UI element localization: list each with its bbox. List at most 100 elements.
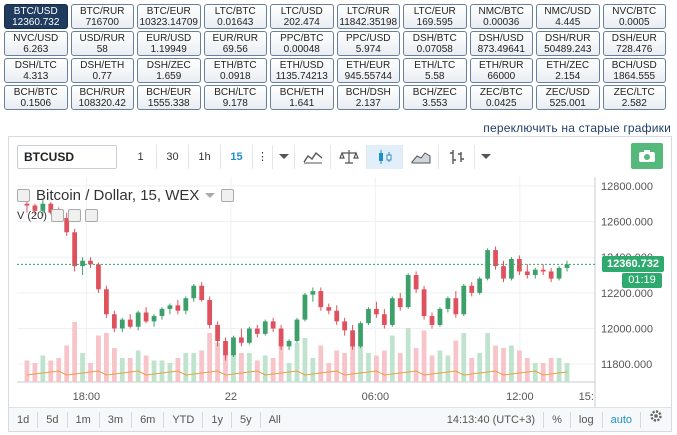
old-charts-link[interactable]: переключить на старые графики [483, 121, 671, 135]
pair-name: BCH/EUR [146, 87, 192, 98]
chevron-down-icon[interactable] [273, 145, 295, 169]
pair-button-dsh-rur[interactable]: DSH/RUR 50489.243 [536, 31, 600, 56]
pair-name: EUR/RUR [212, 33, 259, 44]
volume-bar [24, 360, 30, 382]
pair-button-ppc-btc[interactable]: PPC/BTC 0.00048 [270, 31, 334, 56]
gear-icon[interactable] [641, 408, 671, 432]
range-1m[interactable]: 1m [68, 408, 99, 432]
auto-toggle[interactable]: auto [603, 408, 640, 432]
pair-button-btc-usd[interactable]: BTC/USD 12360.732 [4, 4, 68, 29]
candle-body [469, 285, 475, 293]
interval-30[interactable]: 30 [157, 145, 189, 169]
camera-icon[interactable] [631, 143, 663, 169]
pair-grid: BTC/USD 12360.732 BTC/RUR 716700 BTC/EUR 1032… [4, 4, 672, 112]
pair-button-zec-usd[interactable]: ZEC/USD 525.001 [536, 85, 600, 110]
range-1y[interactable]: 1y [203, 408, 231, 432]
pair-button-eur-rur[interactable]: EUR/RUR 69.56 [203, 31, 267, 56]
pair-button-ltc-eur[interactable]: LTC/EUR 169.595 [403, 4, 467, 29]
candle-body [445, 298, 451, 309]
pair-button-zec-btc[interactable]: ZEC/BTC 0.0425 [469, 85, 533, 110]
pair-button-bch-rur[interactable]: BCH/RUR 108320.42 [70, 85, 134, 110]
chevron-down-icon[interactable] [475, 145, 497, 169]
range-5y[interactable]: 5y [232, 408, 260, 432]
range-3m[interactable]: 3m [100, 408, 131, 432]
pair-button-eth-zec[interactable]: ETH/ZEC 2.154 [536, 58, 600, 83]
pair-value: 0.01643 [217, 17, 254, 28]
clock-readout: 14:13:40 (UTC+3) [446, 413, 536, 426]
pair-button-ltc-btc[interactable]: LTC/BTC 0.01643 [203, 4, 267, 29]
pair-button-bch-dsh[interactable]: BCH/DSH 2.137 [336, 85, 400, 110]
range-6m[interactable]: 6m [132, 408, 163, 432]
pair-value: 945.55744 [344, 71, 392, 82]
pair-button-dsh-btc[interactable]: DSH/BTC 0.07058 [403, 31, 467, 56]
pair-button-bch-eth[interactable]: BCH/ETH 1.641 [270, 85, 334, 110]
interval-15[interactable]: 15 [221, 145, 253, 169]
percent-toggle[interactable]: % [544, 408, 570, 432]
price-tick-label: 12200.000 [601, 288, 653, 300]
pair-button-usd-rur[interactable]: USD/RUR 58 [70, 31, 134, 56]
pair-button-dsh-eth[interactable]: DSH/ETH 0.77 [70, 58, 134, 83]
pair-button-eur-usd[interactable]: EUR/USD 1.19949 [137, 31, 201, 56]
pair-button-nvc-btc[interactable]: NVC/BTC 0.0005 [602, 4, 666, 29]
pair-button-dsh-zec[interactable]: DSH/ZEC 1.659 [137, 58, 201, 83]
pair-button-dsh-ltc[interactable]: DSH/LTC 4.313 [4, 58, 68, 83]
pair-button-dsh-usd[interactable]: DSH/USD 873.49641 [469, 31, 533, 56]
pair-button-bch-ltc[interactable]: BCH/LTC 9.178 [203, 85, 267, 110]
pair-name: DSH/BTC [412, 33, 457, 44]
volume-bar [151, 360, 157, 382]
chevron-down-icon[interactable] [205, 192, 216, 199]
range-ytd[interactable]: YTD [164, 408, 202, 432]
pair-button-ppc-usd[interactable]: PPC/USD 5.974 [336, 31, 400, 56]
pair-row: NVC/USD 6.263 USD/RUR 58 EUR/USD 1.19949 EUR/R… [4, 31, 672, 56]
pair-value: 3.553 [422, 98, 448, 109]
time-tick-label: 06:00 [362, 391, 390, 403]
range-5d[interactable]: 5d [38, 408, 66, 432]
pair-button-dsh-eur[interactable]: DSH/EUR 728.476 [602, 31, 666, 56]
pair-button-btc-rur[interactable]: BTC/RUR 716700 [70, 4, 134, 29]
price-chart[interactable]: 12800.00012600.00012400.00012200.0001200… [17, 177, 665, 407]
pair-button-eth-btc[interactable]: ETH/BTC 0.0918 [203, 58, 267, 83]
range-all[interactable]: All [261, 408, 289, 432]
interval-1h[interactable]: 1h [189, 145, 221, 169]
pair-name: PPC/USD [346, 33, 391, 44]
pair-button-nvc-usd[interactable]: NVC/USD 6.263 [4, 31, 68, 56]
log-toggle[interactable]: log [571, 408, 602, 432]
volume-bar [48, 360, 54, 382]
pair-button-eth-eur[interactable]: ETH/EUR 945.55744 [336, 58, 400, 83]
close-icon[interactable] [84, 209, 98, 222]
pair-button-bch-zec[interactable]: BCH/ZEC 3.553 [403, 85, 467, 110]
interval-1[interactable]: 1 [125, 145, 157, 169]
pair-name: ETH/USD [279, 60, 324, 71]
bars-icon[interactable] [439, 145, 475, 169]
pair-name: ETH/RUR [479, 60, 524, 71]
area-chart-icon[interactable] [403, 145, 439, 169]
pair-button-ltc-usd[interactable]: LTC/USD 202.474 [270, 4, 334, 29]
collapse-legend-icon[interactable] [17, 189, 30, 202]
eye-icon[interactable] [50, 209, 64, 222]
price-tick-label: 12600.000 [601, 217, 653, 229]
compare-scales-icon[interactable] [331, 145, 367, 169]
settings-icon[interactable] [67, 209, 81, 222]
pair-button-nmc-btc[interactable]: NMC/BTC 0.00036 [469, 4, 533, 29]
pair-button-nmc-usd[interactable]: NMC/USD 4.445 [536, 4, 600, 29]
pair-button-bch-btc[interactable]: BCH/BTC 0.1506 [4, 85, 68, 110]
candle-body [461, 285, 467, 315]
pair-button-eth-ltc[interactable]: ETH/LTC 5.58 [403, 58, 467, 83]
pair-button-ltc-rur[interactable]: LTC/RUR 11842.35198 [336, 4, 400, 29]
candle-body [270, 321, 276, 329]
volume-bar [270, 358, 276, 382]
range-1d[interactable]: 1d [9, 408, 37, 432]
symbol-input[interactable]: BTCUSD [17, 145, 117, 169]
pair-button-zec-ltc[interactable]: ZEC/LTC 2.582 [602, 85, 666, 110]
indicators-icon[interactable] [295, 145, 331, 169]
candles-icon[interactable] [367, 145, 403, 169]
pair-button-eth-usd[interactable]: ETH/USD 1135.74213 [270, 58, 334, 83]
pair-button-btc-eur[interactable]: BTC/EUR 10323.14709 [137, 4, 201, 29]
pair-name: NMC/USD [544, 6, 592, 17]
settings-icon[interactable] [221, 189, 235, 202]
pair-button-bch-eur[interactable]: BCH/EUR 1555.338 [137, 85, 201, 110]
volume-bar [119, 358, 125, 382]
pair-button-bch-usd[interactable]: BCH/USD 1864.555 [602, 58, 666, 83]
pair-button-eth-rur[interactable]: ETH/RUR 66000 [469, 58, 533, 83]
more-intervals-dots[interactable]: ⋮ [253, 145, 273, 169]
